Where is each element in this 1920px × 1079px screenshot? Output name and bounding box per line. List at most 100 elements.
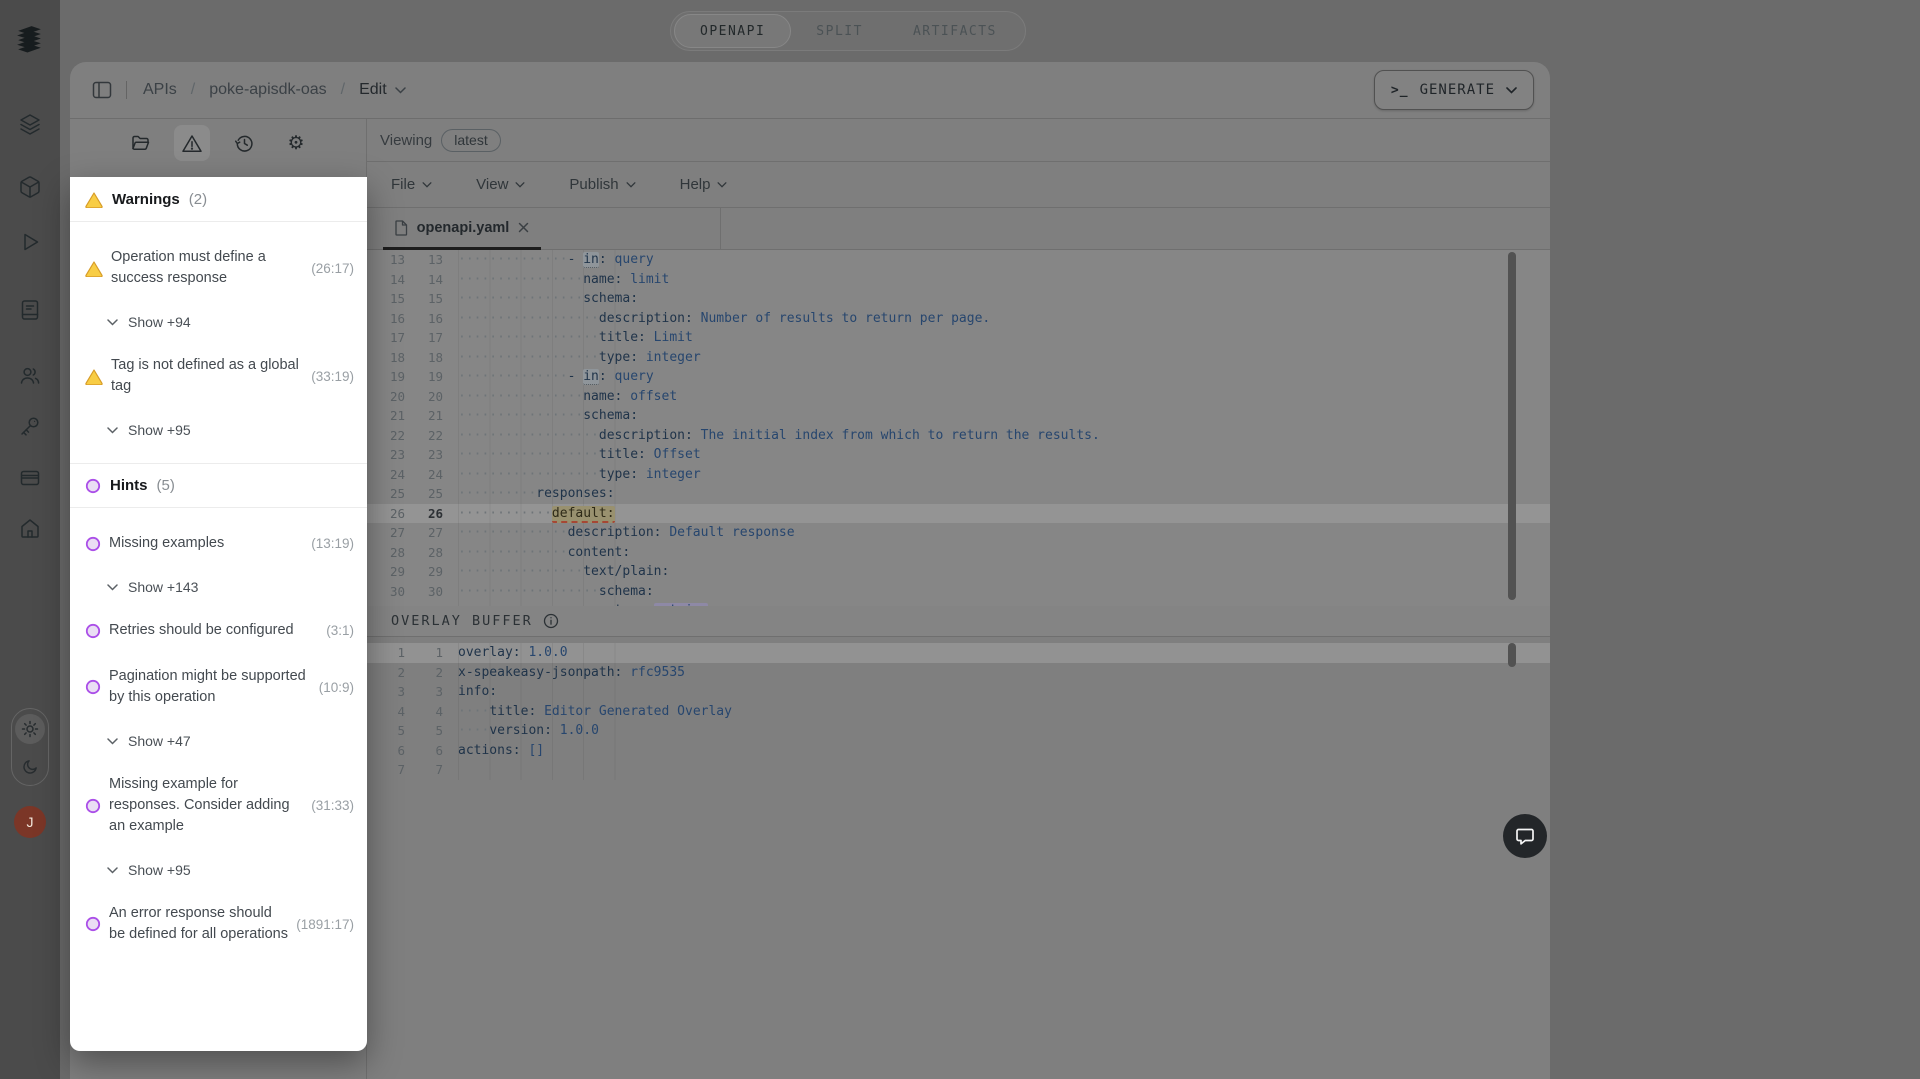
toolstrip: ⚙ — [70, 125, 366, 161]
issue-item[interactable]: Tag is not defined as a global tag (33:1… — [70, 355, 367, 397]
editor-scrollbar[interactable] — [1508, 252, 1516, 600]
layers-icon[interactable] — [18, 112, 42, 136]
code-text: ················schema: — [443, 406, 1550, 426]
package-icon[interactable] — [18, 175, 42, 199]
menu-publish[interactable]: Publish — [569, 176, 636, 193]
code-line: 14 14 ················name: limit — [367, 269, 1550, 289]
issues-warning-icon[interactable] — [174, 125, 210, 161]
play-icon[interactable] — [18, 230, 42, 254]
card-header: APIs / poke-apisdk-oas / Edit >_ GENERAT… — [70, 62, 1550, 119]
hint-circle-icon — [85, 679, 101, 695]
menu-file[interactable]: File — [391, 176, 432, 193]
code-line: 5 5 ····version: 1.0.0 — [367, 721, 1550, 741]
show-more-link[interactable]: Show +94 — [70, 314, 367, 330]
key-icon[interactable] — [18, 414, 42, 438]
info-icon[interactable] — [543, 613, 559, 629]
light-mode-sun-icon[interactable] — [15, 714, 45, 744]
menu-help[interactable]: Help — [680, 176, 728, 193]
history-icon[interactable] — [226, 125, 262, 161]
code-line: 20 20 ················name: offset — [367, 386, 1550, 406]
overlay-scrollbar[interactable] — [1508, 643, 1516, 667]
chevron-down-icon — [515, 181, 525, 188]
settings-gear-icon[interactable]: ⚙ — [278, 125, 314, 161]
file-explorer-folder-icon[interactable] — [122, 125, 158, 161]
code-text: ················name: offset — [443, 386, 1550, 406]
issue-item[interactable]: Pagination might be supported by this op… — [70, 666, 367, 708]
code-text: ··················type: integer — [443, 347, 1550, 367]
issue-item[interactable]: Retries should be configured (3:1) — [70, 620, 367, 641]
sidebar-toggle-icon[interactable] — [92, 81, 112, 99]
tab-split[interactable]: SPLIT — [791, 14, 888, 48]
code-line: 13 13 ··············- in: query — [367, 250, 1550, 270]
chevron-down-icon — [1506, 86, 1517, 94]
warnings-header[interactable]: Warnings (2) — [70, 177, 367, 222]
code-line: 25 25 ··········responses: — [367, 484, 1550, 504]
menu-view[interactable]: View — [476, 176, 525, 193]
code-text: ················text/plain: — [443, 562, 1550, 582]
issue-position: (13:19) — [311, 536, 354, 551]
issue-item[interactable]: Missing example for responses. Consider … — [70, 774, 367, 837]
code-text: ··········responses: — [443, 484, 1550, 504]
generate-button[interactable]: >_ GENERATE — [1373, 70, 1534, 110]
code-text: ··················type: integer — [443, 464, 1550, 484]
code-line: 16 16 ··················description: Numbe… — [367, 308, 1550, 328]
code-text: ················schema: — [443, 289, 1550, 309]
issue-position: (1891:17) — [296, 916, 354, 932]
code-line: 23 23 ··················title: Offset — [367, 445, 1550, 465]
code-text: ··················description: Number of… — [443, 308, 1550, 328]
breadcrumb-separator: / — [190, 81, 196, 98]
issue-position: (10:9) — [318, 679, 354, 695]
yaml-editor[interactable]: 13 13 ··············- in: query 14 14 ······… — [367, 250, 1550, 606]
warning-triangle-icon — [85, 260, 103, 277]
theme-toggle[interactable] — [11, 708, 49, 786]
show-more-link[interactable]: Show +47 — [70, 733, 367, 749]
overlay-buffer-editor[interactable]: 1 1 overlay: 1.0.0 2 2 x-speakeasy-jsonpath:… — [367, 637, 1550, 780]
hints-header[interactable]: Hints (5) — [70, 463, 367, 508]
code-text: actions: [] — [443, 740, 1550, 760]
issue-item[interactable]: An error response should be defined for … — [70, 903, 367, 945]
code-line: 15 15 ················schema: — [367, 289, 1550, 309]
issue-item[interactable]: Missing examples (13:19) — [70, 533, 367, 554]
viewing-row: Viewing latest — [367, 119, 1550, 162]
menu-bar: File View Publish Help — [367, 162, 1550, 208]
chevron-down-icon — [107, 426, 118, 434]
view-mode-switcher: OPENAPI SPLIT ARTIFACTS — [670, 11, 1026, 51]
code-text: x-speakeasy-jsonpath: rfc9535 — [443, 662, 1550, 682]
home-icon[interactable] — [18, 516, 42, 540]
chevron-down-icon — [107, 866, 118, 874]
breadcrumb-apis[interactable]: APIs — [143, 81, 177, 99]
show-more-link[interactable]: Show +95 — [70, 422, 367, 438]
chevron-down-icon — [717, 181, 727, 188]
code-text: ··············content: — [443, 542, 1550, 562]
warnings-count: (2) — [188, 190, 208, 208]
code-text: ····version: 1.0.0 — [443, 721, 1550, 741]
close-icon[interactable] — [518, 222, 529, 233]
code-text: ··············description: Default respo… — [443, 523, 1550, 543]
show-more-link[interactable]: Show +95 — [70, 862, 367, 878]
code-text: ············default: — [443, 503, 1550, 523]
dark-mode-moon-icon[interactable] — [15, 751, 45, 781]
version-badge[interactable]: latest — [441, 128, 501, 152]
tab-openapi[interactable]: OPENAPI — [674, 14, 792, 48]
tab-artifacts[interactable]: ARTIFACTS — [888, 14, 1022, 48]
show-more-link[interactable]: Show +143 — [70, 579, 367, 595]
billing-card-icon[interactable] — [18, 466, 42, 490]
chat-support-button[interactable] — [1503, 814, 1547, 858]
code-line: 3 3 info: — [367, 682, 1550, 702]
code-text: ··················title: Offset — [443, 445, 1550, 465]
docs-book-icon[interactable] — [18, 298, 42, 322]
code-text: ················name: limit — [443, 269, 1550, 289]
breadcrumb-page-dropdown[interactable]: Edit — [359, 81, 406, 99]
users-icon[interactable] — [18, 364, 42, 388]
code-line: 24 24 ··················type: integer — [367, 464, 1550, 484]
speakeasy-logo-icon[interactable] — [13, 22, 46, 55]
code-line: 77 — [367, 760, 1550, 780]
code-line: 19 19 ··············- in: query — [367, 367, 1550, 387]
chevron-down-icon — [107, 318, 118, 326]
tab-openapi-yaml[interactable]: openapi.yaml — [383, 208, 541, 250]
breadcrumb-project[interactable]: poke-apisdk-oas — [209, 81, 326, 99]
user-avatar[interactable]: J — [14, 806, 46, 838]
code-line: 27 27 ··············description: Default r… — [367, 523, 1550, 543]
issue-item[interactable]: Operation must define a success response… — [70, 247, 367, 289]
hint-circle-icon — [85, 536, 101, 551]
